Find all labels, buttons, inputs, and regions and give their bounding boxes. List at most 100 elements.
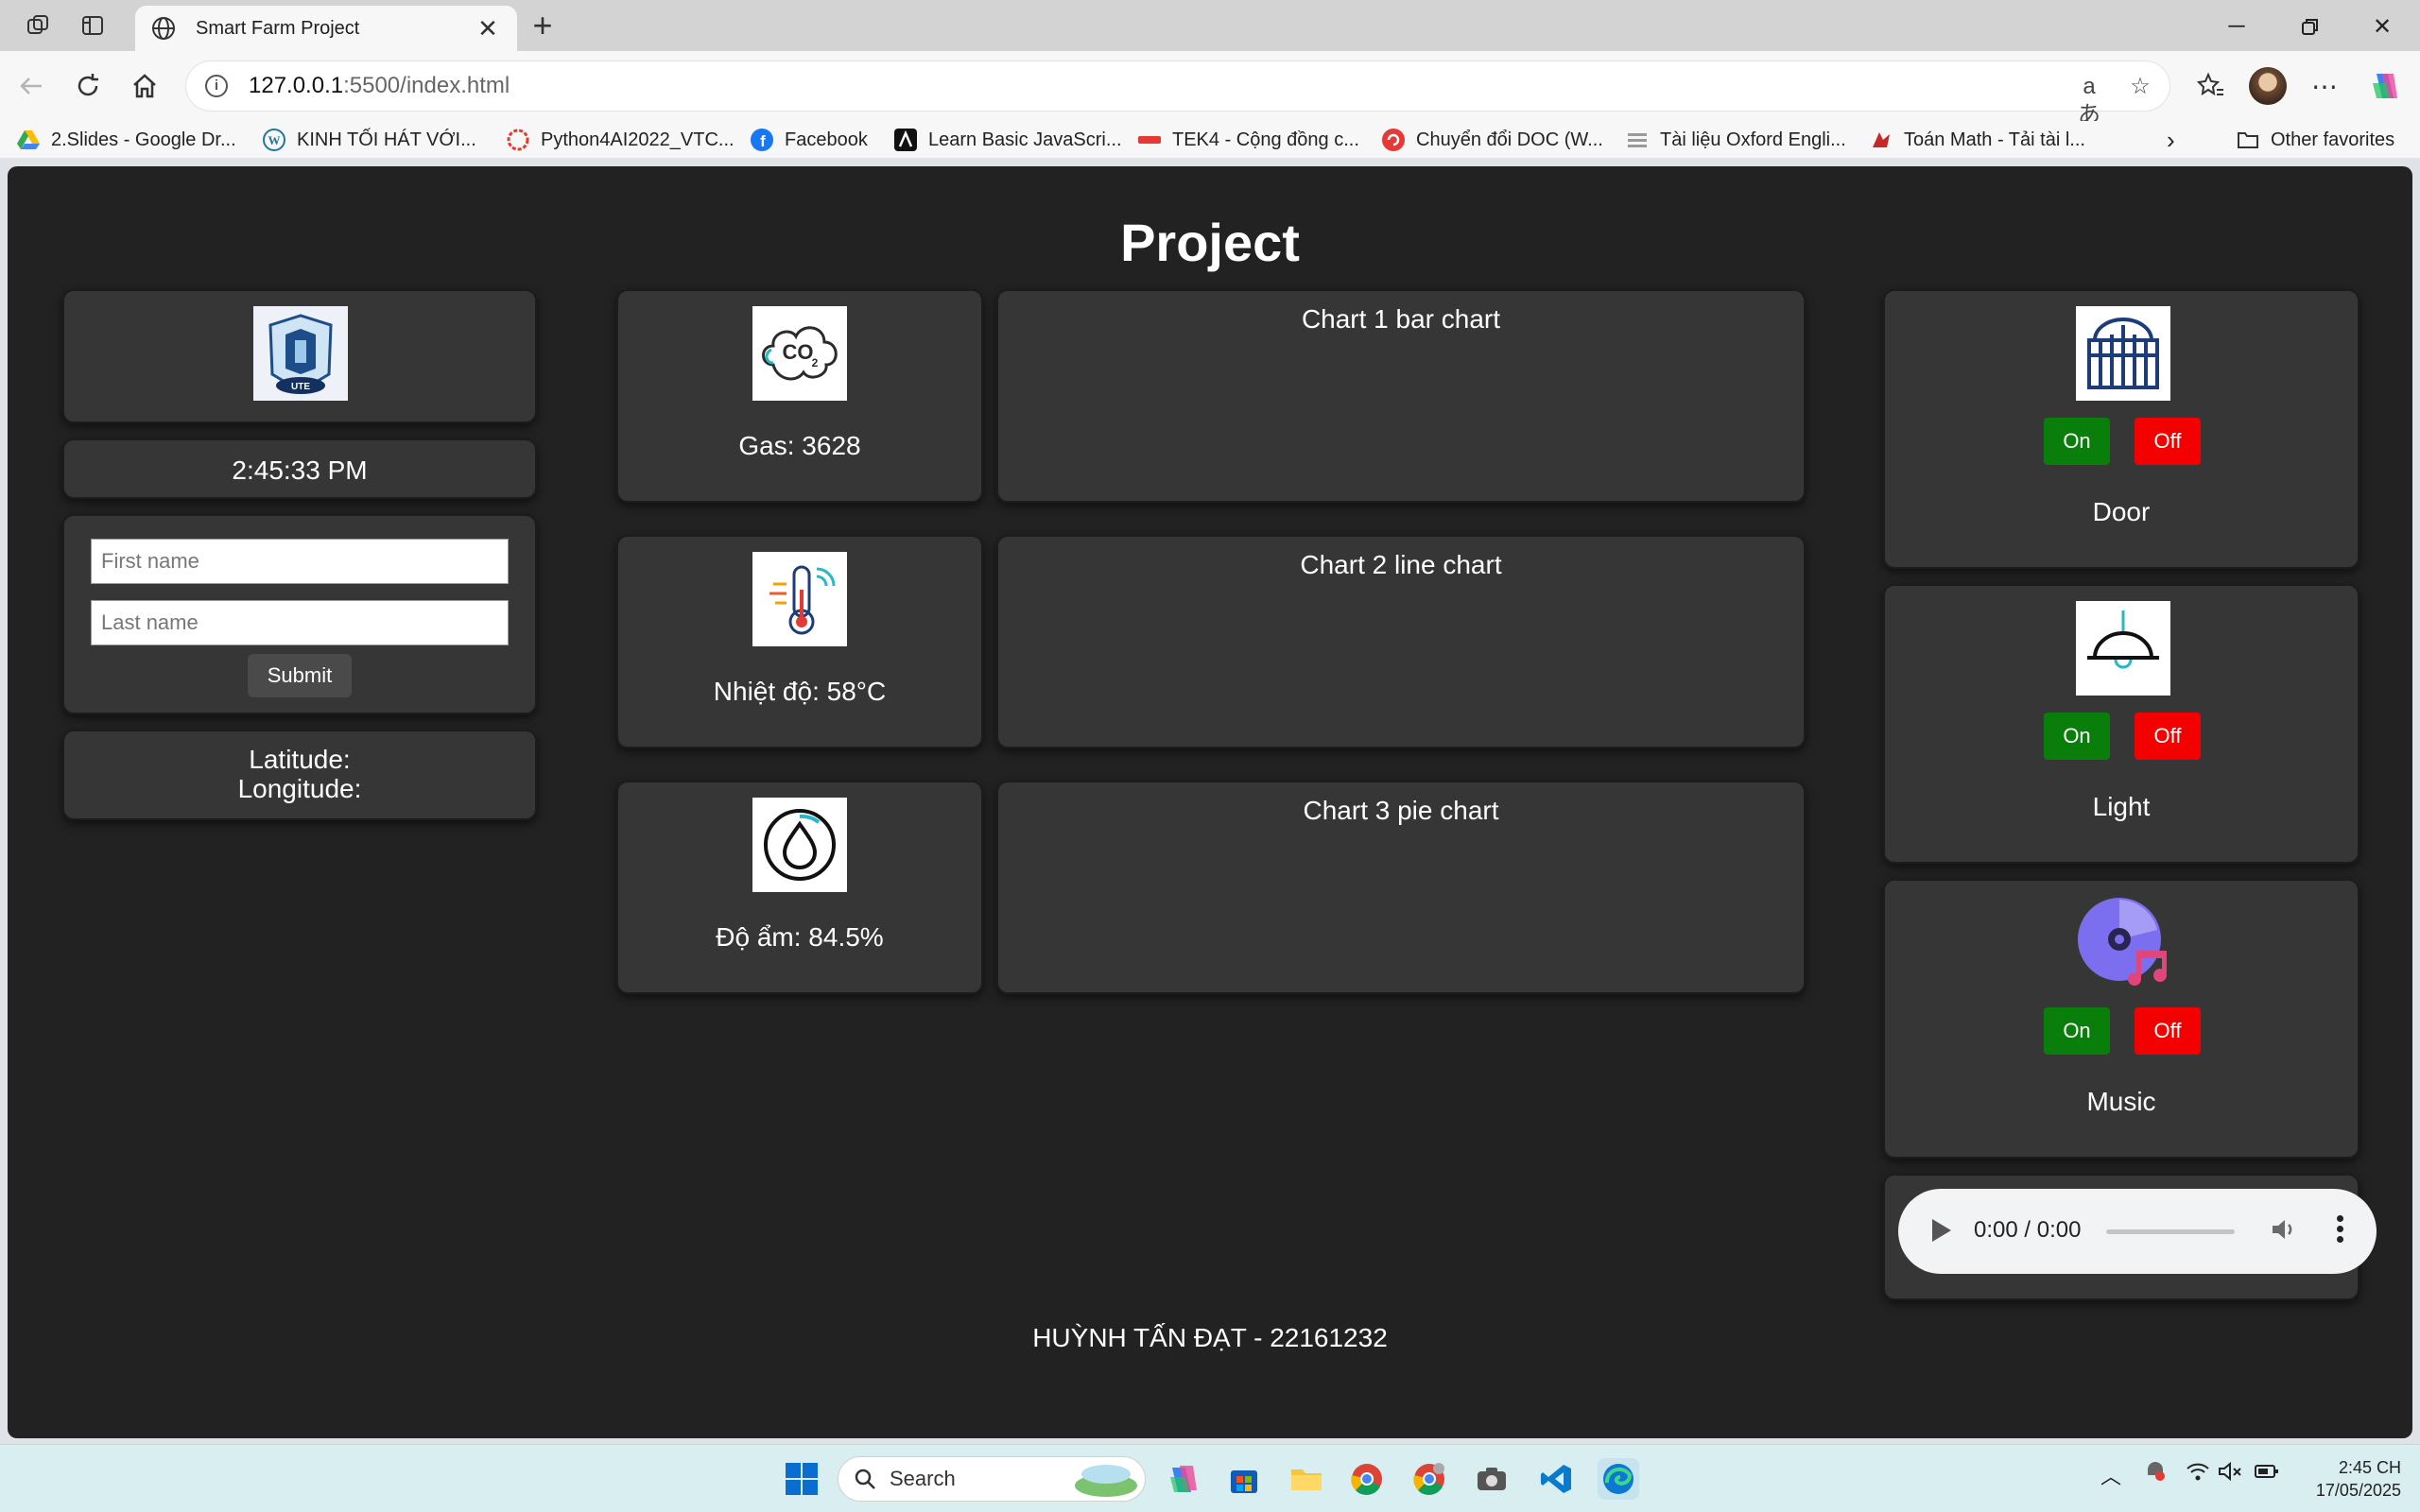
humidity-sensor-card: Độ ẩm: 84.5%: [616, 781, 983, 994]
svg-text:UTE: UTE: [291, 382, 310, 392]
taskbar-clock[interactable]: 2:45 CH 17/05/2025: [2291, 1456, 2401, 1502]
volume-muted-icon[interactable]: [2218, 1460, 2242, 1488]
new-tab-icon[interactable]: +: [526, 9, 560, 43]
more-options-icon[interactable]: ⋯: [2307, 68, 2342, 104]
chrome-profile-icon[interactable]: [1409, 1458, 1450, 1500]
favorite-item[interactable]: Toán Math - Tải tài l...: [1870, 125, 2085, 155]
tray-chevron-icon[interactable]: ︿: [2100, 1460, 2121, 1490]
favorites-icon[interactable]: [2193, 68, 2229, 104]
favorites-bar: 2.Slides - Google Dr... W KINH TỐI HÁT V…: [0, 121, 2420, 159]
windows-start-icon[interactable]: [781, 1458, 822, 1500]
url-path: :5500/index.html: [343, 73, 510, 98]
music-on-button[interactable]: On: [2044, 1007, 2110, 1055]
chart-2-card: Chart 2 line chart: [996, 535, 1806, 748]
light-on-button[interactable]: On: [2044, 713, 2110, 760]
lamp-icon: [2076, 601, 2170, 696]
page-title: Project: [1120, 213, 1300, 272]
favorite-item[interactable]: f Facebook: [751, 125, 868, 155]
temperature-sensor-card: Nhiệt độ: 58°C: [616, 535, 983, 748]
close-window-icon[interactable]: ✕: [2354, 6, 2411, 47]
logo-card: UTE: [62, 289, 537, 423]
favorite-label: Tài liệu Oxford Engli...: [1660, 129, 1846, 150]
light-control-card: On Off Light: [1883, 584, 2360, 864]
chevron-right-icon[interactable]: ›: [2167, 125, 2175, 155]
favorite-label: KINH TỐI HÁT VỚI...: [297, 129, 476, 150]
read-aloud-icon[interactable]: aあ: [2075, 73, 2103, 128]
file-explorer-icon[interactable]: [1286, 1458, 1327, 1500]
humidity-drop-icon: [752, 798, 847, 892]
active-tab[interactable]: Smart Farm Project ✕: [135, 6, 517, 51]
microsoft-store-icon[interactable]: [1223, 1458, 1265, 1500]
music-control-card: On Off Music: [1883, 879, 2360, 1159]
wifi-icon[interactable]: [2186, 1460, 2210, 1488]
vertical-tabs-icon[interactable]: [78, 10, 108, 41]
home-icon[interactable]: [127, 68, 163, 104]
minimize-icon[interactable]: ─: [2208, 6, 2265, 47]
search-label: Search: [890, 1467, 956, 1490]
play-icon[interactable]: [1932, 1219, 1951, 1242]
longitude-label: Longitude:: [237, 774, 362, 803]
vscode-icon[interactable]: [1535, 1458, 1577, 1500]
taskbar-search[interactable]: Search: [838, 1456, 1146, 1502]
audio-menu-icon[interactable]: [2335, 1211, 2344, 1249]
favorite-label: Toán Math - Tải tài l...: [1904, 129, 2085, 150]
folder-icon: [2238, 132, 2258, 148]
search-highlight-icon: [1075, 1465, 1137, 1497]
refresh-icon[interactable]: [70, 68, 106, 104]
chrome-icon[interactable]: [1346, 1458, 1388, 1500]
ute-logo-icon: UTE: [253, 306, 348, 401]
volume-icon[interactable]: [2269, 1215, 2301, 1247]
svg-text:2: 2: [812, 356, 819, 369]
address-bar[interactable]: i 127.0.0.1:5500/index.html aあ ☆: [185, 60, 2170, 128]
favorite-item[interactable]: W KINH TỐI HÁT VỚI...: [263, 125, 476, 155]
chart-1-title: Chart 1 bar chart: [1301, 304, 1501, 334]
door-on-button[interactable]: On: [2044, 418, 2110, 465]
favorite-item[interactable]: 2.Slides - Google Dr...: [17, 125, 236, 155]
chart-2-title: Chart 2 line chart: [1300, 550, 1502, 579]
audio-seek-bar[interactable]: [2106, 1229, 2235, 1234]
camera-icon[interactable]: [1471, 1458, 1512, 1500]
edge-icon[interactable]: [1598, 1458, 1639, 1500]
first-name-input[interactable]: First name: [91, 539, 509, 584]
favorite-item[interactable]: Chuyển đổi DOC (W...: [1382, 125, 1603, 155]
other-favorites[interactable]: Other favorites: [2237, 125, 2394, 155]
co2-icon: CO 2: [752, 306, 847, 401]
restore-icon[interactable]: [2282, 6, 2339, 47]
battery-icon[interactable]: [2254, 1460, 2280, 1488]
security-icon[interactable]: [2144, 1460, 2167, 1488]
audio-time: 0:00 / 0:00: [1974, 1217, 2082, 1243]
favorite-label: 2.Slides - Google Dr...: [51, 129, 236, 150]
copilot-taskbar-icon[interactable]: [1163, 1458, 1204, 1500]
favorite-item[interactable]: Python4AI2022_VTC...: [507, 125, 735, 155]
chart-1-card: Chart 1 bar chart: [996, 289, 1806, 503]
chart-3-title: Chart 3 pie chart: [1303, 796, 1499, 825]
thermometer-icon: [752, 552, 847, 646]
favorite-item[interactable]: TEK4 - Cộng đồng c...: [1138, 125, 1359, 155]
taskbar-date: 17/05/2025: [2315, 1481, 2401, 1500]
svg-text:f: f: [760, 132, 766, 150]
temperature-value: Nhiệt độ: 58°C: [713, 677, 887, 706]
chart-3-card: Chart 3 pie chart: [996, 781, 1806, 994]
light-label: Light: [2092, 792, 2151, 821]
oxford-icon: [1628, 133, 1647, 147]
light-off-button[interactable]: Off: [2135, 713, 2201, 760]
back-icon[interactable]: [13, 68, 49, 104]
close-tab-icon[interactable]: ✕: [474, 14, 502, 43]
audio-player[interactable]: 0:00 / 0:00: [1898, 1189, 2377, 1274]
workspaces-icon[interactable]: [23, 10, 53, 41]
url-host: 127.0.0.1: [249, 73, 344, 98]
favorite-star-icon[interactable]: ☆: [2126, 73, 2154, 101]
site-info-icon[interactable]: i: [205, 75, 228, 97]
submit-button[interactable]: Submit: [248, 654, 352, 697]
google-drive-icon: [17, 130, 40, 149]
favorite-label: Learn Basic JavaScri...: [928, 129, 1122, 150]
door-off-button[interactable]: Off: [2135, 418, 2201, 465]
favorite-item[interactable]: Tài liệu Oxford Engli...: [1626, 125, 1846, 155]
favorite-item[interactable]: Learn Basic JavaScri...: [894, 125, 1122, 155]
copilot-icon[interactable]: [2367, 68, 2403, 104]
favorite-label: Python4AI2022_VTC...: [541, 129, 735, 150]
last-name-input[interactable]: Last name: [91, 600, 509, 645]
music-off-button[interactable]: Off: [2135, 1007, 2201, 1055]
door-gate-icon: [2076, 306, 2170, 401]
profile-avatar[interactable]: [2249, 67, 2287, 105]
